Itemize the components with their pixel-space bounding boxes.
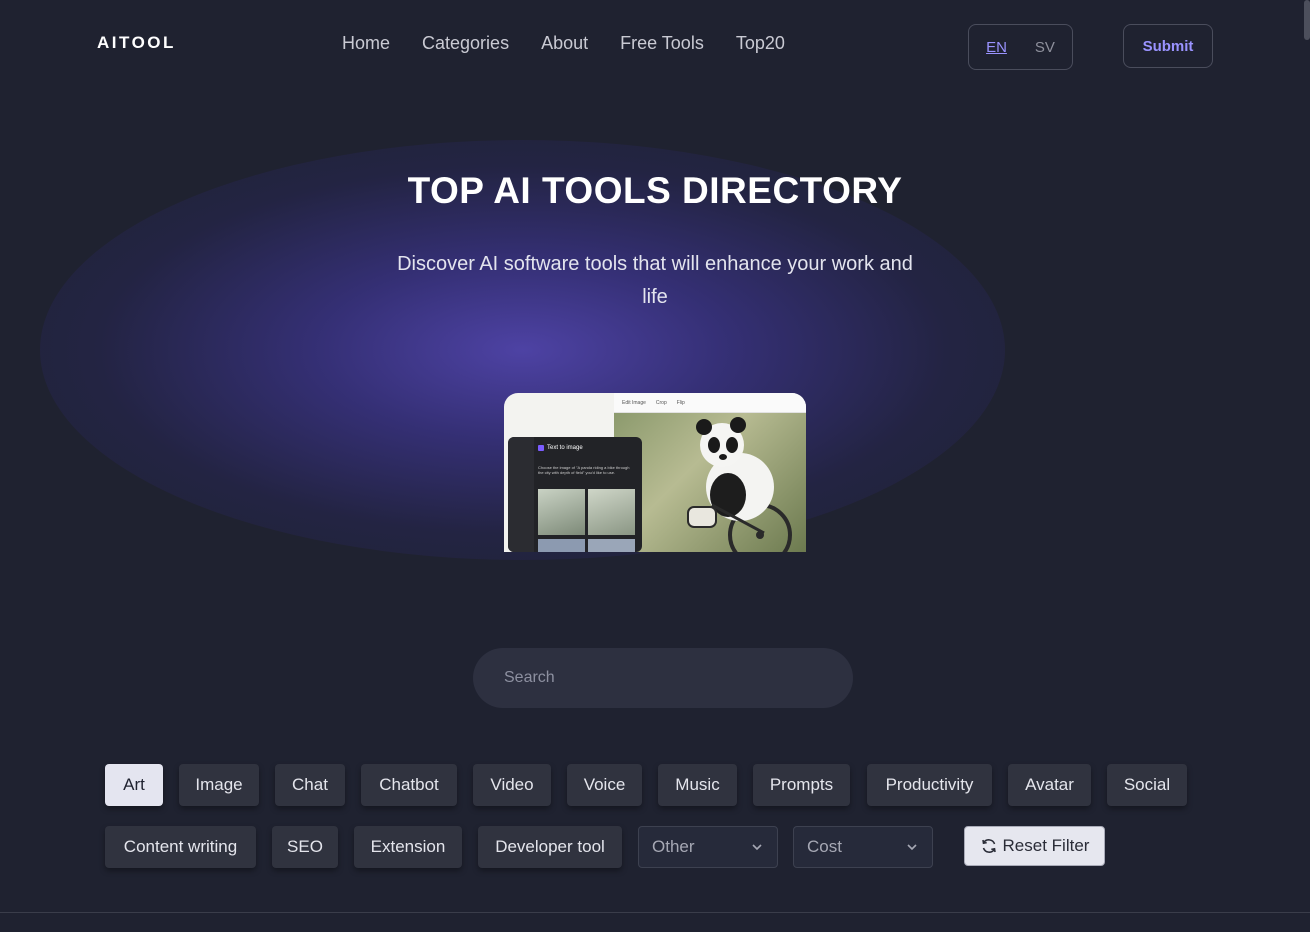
preview-sidebar <box>508 437 534 552</box>
category-chip-seo[interactable]: SEO <box>272 826 338 868</box>
preview-panel-desc: Choose the image of "A panda riding a bi… <box>538 465 630 475</box>
panda-illustration <box>687 417 792 552</box>
preview-thumbnail <box>588 489 635 535</box>
submit-button[interactable]: Submit <box>1123 24 1213 68</box>
category-chip-voice[interactable]: Voice <box>567 764 642 806</box>
reset-filter-button[interactable]: Reset Filter <box>964 826 1105 866</box>
hero-title: TOP AI TOOLS DIRECTORY <box>407 170 903 211</box>
category-chip-social[interactable]: Social <box>1107 764 1187 806</box>
lang-sv[interactable]: SV <box>1035 39 1055 56</box>
preview-tab: Edit Image <box>622 399 646 406</box>
lang-en[interactable]: EN <box>986 39 1007 56</box>
category-chip-avatar[interactable]: Avatar <box>1008 764 1091 806</box>
category-chip-prompts[interactable]: Prompts <box>753 764 850 806</box>
language-switcher: EN SV <box>968 24 1073 70</box>
preview-badge-icon <box>538 445 544 451</box>
category-chip-image[interactable]: Image <box>179 764 259 806</box>
category-chip-music[interactable]: Music <box>658 764 737 806</box>
preview-thumbnail <box>538 489 585 535</box>
reset-filter-label: Reset Filter <box>1002 836 1090 855</box>
nav-about[interactable]: About <box>541 31 588 55</box>
category-chip-art[interactable]: Art <box>105 764 163 806</box>
chevron-down-icon <box>752 844 762 851</box>
preview-thumbnail <box>538 539 585 552</box>
refresh-icon <box>981 839 996 853</box>
site-logo[interactable]: AITOOL <box>97 33 176 53</box>
nav-home[interactable]: Home <box>342 31 390 55</box>
category-chip-extension[interactable]: Extension <box>354 826 462 868</box>
nav-top20[interactable]: Top20 <box>736 31 785 55</box>
category-chip-video[interactable]: Video <box>473 764 551 806</box>
preview-thumbnail <box>588 539 635 552</box>
other-select[interactable]: Other <box>638 826 778 868</box>
nav-free-tools[interactable]: Free Tools <box>620 31 704 55</box>
category-chip-developer-tool[interactable]: Developer tool <box>478 826 622 868</box>
preview-tab: Crop <box>655 399 667 406</box>
scrollbar-thumb[interactable] <box>1304 0 1310 40</box>
preview-tab: Flip <box>676 399 685 406</box>
cost-select[interactable]: Cost <box>793 826 933 868</box>
preview-toolbar: Edit Image Crop Flip <box>614 393 806 413</box>
hero-preview-image: Edit Image Crop Flip Text to image Choos… <box>504 393 806 552</box>
chevron-down-icon <box>907 844 917 851</box>
category-chip-content-writing[interactable]: Content writing <box>105 826 256 868</box>
other-select-value: Other <box>652 837 695 856</box>
search-input[interactable] <box>473 648 853 708</box>
category-chip-chat[interactable]: Chat <box>275 764 345 806</box>
hero-subtitle: Discover AI software tools that will enh… <box>397 253 913 308</box>
preview-panel-title: Text to image <box>547 445 583 451</box>
category-chip-chatbot[interactable]: Chatbot <box>361 764 457 806</box>
category-chip-productivity[interactable]: Productivity <box>867 764 992 806</box>
cost-select-value: Cost <box>807 837 842 856</box>
section-divider <box>0 912 1310 913</box>
nav-categories[interactable]: Categories <box>422 31 509 55</box>
main-nav: Home Categories About Free Tools Top20 <box>342 31 785 55</box>
